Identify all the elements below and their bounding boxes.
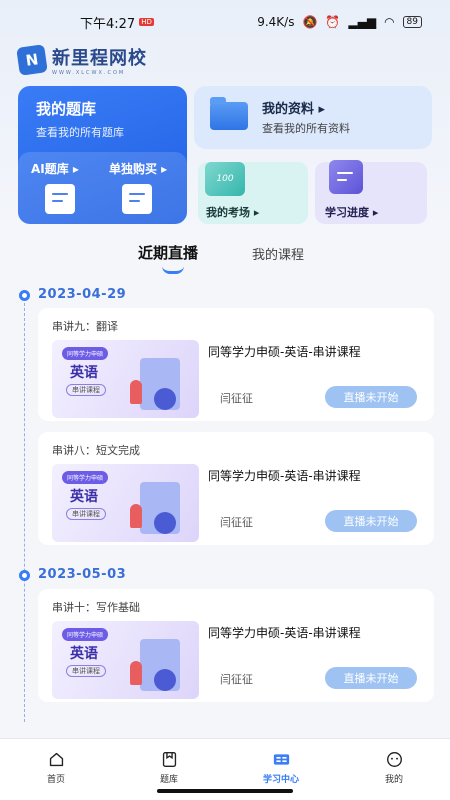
timeline-date: 2023-04-29 bbox=[38, 287, 127, 302]
live-status-button[interactable]: 直播未开始 bbox=[325, 510, 417, 532]
thumb-illustration bbox=[130, 358, 180, 410]
thumb-illustration bbox=[130, 482, 180, 534]
my-exam-card[interactable]: 100 我的考场 ▸ bbox=[198, 162, 308, 224]
course-title: 同等学力申硕-英语-串讲课程 bbox=[208, 469, 361, 483]
signal-icon: ▂▄▆ bbox=[348, 15, 377, 29]
thumb-subject: 英语 bbox=[70, 646, 98, 662]
thumb-illustration bbox=[130, 639, 180, 691]
my-question-bank-card[interactable]: 我的题库 查看我的所有题库 AI题库 ▸ 单独购买 ▸ bbox=[18, 86, 187, 224]
tab-recent-live[interactable]: 近期直播 bbox=[138, 242, 198, 263]
status-time: 下午4:27 bbox=[80, 16, 136, 32]
status-bar: 下午4:27 HD 9.4K/s 🔕 ⏰ ▂▄▆ ◠ 89 bbox=[0, 0, 450, 44]
brand-logo: N 新里程网校 WWW.XLCWX.COM bbox=[16, 44, 147, 76]
nav-label-home: 首页 bbox=[46, 775, 65, 785]
alarm-icon: ⏰ bbox=[325, 15, 341, 29]
course-card[interactable]: 串讲八：短文完成 同等学力申硕 英语 串讲课程 同等学力申硕-英语-串讲课程 闫… bbox=[38, 432, 434, 545]
course-title: 同等学力申硕-英语-串讲课程 bbox=[208, 345, 361, 359]
question-bank-subpanel: AI题库 ▸ 单独购买 ▸ bbox=[18, 152, 187, 224]
teacher-name: 闫征征 bbox=[220, 516, 253, 529]
nav-label-profile: 我的 bbox=[384, 775, 403, 785]
teacher-name: 闫征征 bbox=[220, 673, 253, 686]
progress-list-icon bbox=[329, 160, 363, 194]
nav-item-profile[interactable]: 我的 bbox=[364, 739, 424, 787]
course-thumbnail: 同等学力申硕 英语 串讲课程 bbox=[52, 621, 199, 699]
exam-score-icon: 100 bbox=[205, 162, 245, 196]
lesson-name: 串讲九：翻译 bbox=[52, 320, 118, 333]
nav-item-question-bank[interactable]: 题库 bbox=[139, 739, 199, 787]
brand-url: WWW.XLCWX.COM bbox=[52, 70, 126, 76]
tab-my-courses[interactable]: 我的课程 bbox=[252, 244, 304, 263]
notification-badge-icon: HD bbox=[139, 18, 154, 26]
ai-question-bank-link[interactable]: AI题库 ▸ bbox=[31, 160, 79, 177]
brand-name: 新里程网校 bbox=[52, 48, 147, 69]
ai-bank-book-icon[interactable] bbox=[45, 184, 75, 214]
nav-label-question-bank: 题库 bbox=[159, 775, 178, 785]
materials-subtitle: 查看我的所有资料 bbox=[262, 122, 350, 135]
single-purchase-link[interactable]: 单独购买 ▸ bbox=[109, 160, 167, 177]
thumb-tag: 同等学力申硕 bbox=[62, 347, 109, 360]
course-card[interactable]: 串讲十：写作基础 同等学力申硕 英语 串讲课程 同等学力申硕-英语-串讲课程 闫… bbox=[38, 589, 434, 702]
home-icon bbox=[49, 752, 63, 767]
home-indicator-bar[interactable] bbox=[157, 789, 293, 793]
folder-icon bbox=[210, 97, 248, 130]
lesson-name: 串讲八：短文完成 bbox=[52, 444, 140, 457]
tab-active-indicator bbox=[162, 266, 184, 274]
timeline-line bbox=[24, 298, 25, 722]
nav-item-home[interactable]: 首页 bbox=[26, 739, 86, 787]
live-status-button[interactable]: 直播未开始 bbox=[325, 386, 417, 408]
thumb-subject: 英语 bbox=[70, 365, 98, 381]
content-tabs: 近期直播 我的课程 bbox=[0, 238, 450, 274]
battery-icon: 89 bbox=[402, 16, 422, 28]
thumb-tag: 同等学力申硕 bbox=[62, 471, 109, 484]
thumb-type: 串讲课程 bbox=[66, 665, 106, 677]
exam-title: 我的考场 ▸ bbox=[206, 206, 260, 219]
mute-icon: 🔕 bbox=[302, 15, 318, 29]
my-materials-card[interactable]: 我的资料 ▸ 查看我的所有资料 bbox=[194, 86, 432, 149]
study-progress-card[interactable]: 学习进度 ▸ bbox=[315, 160, 427, 224]
timeline-dot bbox=[19, 570, 30, 581]
timeline-date: 2023-05-03 bbox=[38, 567, 127, 582]
nav-label-study-center: 学习中心 bbox=[262, 775, 299, 785]
course-title: 同等学力申硕-英语-串讲课程 bbox=[208, 626, 361, 640]
course-card[interactable]: 串讲九：翻译 同等学力申硕 英语 串讲课程 同等学力申硕-英语-串讲课程 闫征征… bbox=[38, 308, 434, 421]
question-bank-icon bbox=[162, 752, 176, 767]
thumb-tag: 同等学力申硕 bbox=[62, 628, 109, 641]
live-status-button[interactable]: 直播未开始 bbox=[325, 667, 417, 689]
wifi-icon: ◠ bbox=[384, 15, 395, 29]
nav-item-study-center[interactable]: 学习中心 bbox=[251, 739, 311, 787]
course-thumbnail: 同等学力申硕 英语 串讲课程 bbox=[52, 464, 199, 542]
question-bank-title: 我的题库 bbox=[36, 100, 97, 118]
progress-title: 学习进度 ▸ bbox=[325, 206, 379, 219]
thumb-subject: 英语 bbox=[70, 489, 98, 505]
study-center-icon bbox=[273, 754, 289, 765]
lesson-name: 串讲十：写作基础 bbox=[52, 601, 140, 614]
logo-mark-icon: N bbox=[16, 44, 48, 76]
materials-title: 我的资料 ▸ bbox=[262, 102, 326, 117]
timeline-dot bbox=[19, 290, 30, 301]
profile-icon bbox=[386, 752, 402, 767]
single-purchase-checklist-icon[interactable] bbox=[122, 184, 152, 214]
network-speed: 9.4K/s bbox=[257, 15, 295, 29]
teacher-name: 闫征征 bbox=[220, 392, 253, 405]
question-bank-subtitle: 查看我的所有题库 bbox=[36, 126, 124, 139]
thumb-type: 串讲课程 bbox=[66, 384, 106, 396]
course-thumbnail: 同等学力申硕 英语 串讲课程 bbox=[52, 340, 199, 418]
thumb-type: 串讲课程 bbox=[66, 508, 106, 520]
